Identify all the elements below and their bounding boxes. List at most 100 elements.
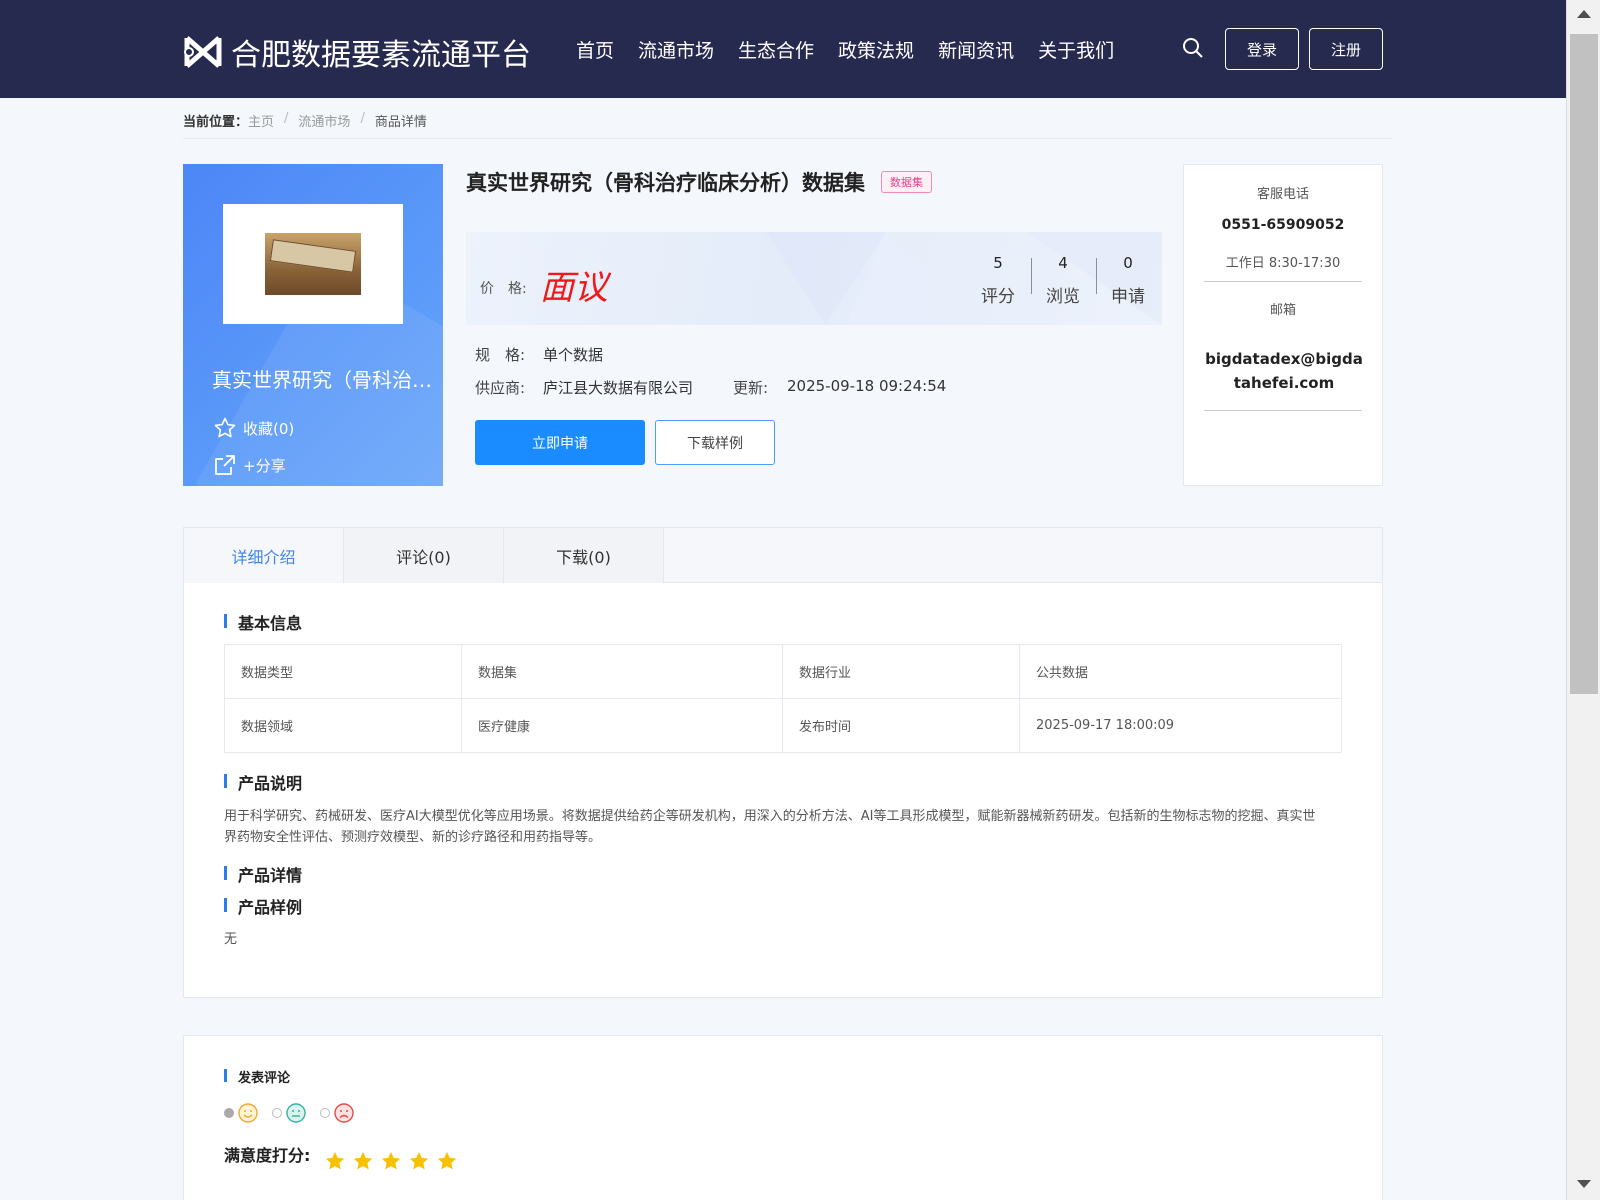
neutral-face-icon[interactable]	[286, 1103, 306, 1123]
breadcrumb-label: 当前位置：	[183, 115, 249, 130]
product-image-frame	[223, 204, 403, 324]
tab-comments[interactable]: 评论(0)	[344, 528, 504, 583]
sentiment-radio-positive[interactable]	[224, 1108, 234, 1118]
search-icon[interactable]	[1182, 37, 1204, 59]
product-image	[265, 233, 361, 295]
work-hours: 工作日 8:30-17:30	[1225, 256, 1341, 271]
rating-stars	[324, 1150, 464, 1172]
update-value: 2025-09-18 09:24:54	[787, 377, 947, 395]
product-description-title: 产品说明	[224, 770, 302, 794]
detail-tabs: 详细介绍 评论(0) 下载(0)	[184, 528, 1382, 583]
site-name: 合肥数据要素流通平台	[231, 38, 531, 73]
basic-info-table: 数据类型 数据集 数据行业 公共数据 数据领域 医疗健康 发布时间 2025-0…	[224, 644, 1342, 753]
phone-label: 客服电话	[1256, 187, 1309, 202]
share-icon	[215, 455, 235, 475]
stat-rating-label: 评分	[981, 287, 1015, 307]
table-cell: 数据集	[461, 644, 783, 699]
spec-row: 规 格: 单个数据	[475, 344, 603, 365]
comment-title: 发表评论	[224, 1067, 290, 1086]
download-sample-button[interactable]: 下载样例	[655, 420, 775, 465]
product-type-badge: 数据集	[881, 171, 932, 193]
spec-key: 规 格:	[475, 346, 526, 364]
table-cell: 数据领域	[224, 698, 462, 753]
price-label: 价 格:	[480, 281, 527, 297]
supplier-key: 供应商:	[475, 379, 526, 397]
rating-star-icon[interactable]	[436, 1150, 458, 1172]
star-outline-icon	[214, 417, 236, 438]
tab-downloads[interactable]: 下载(0)	[504, 528, 664, 583]
breadcrumb-home[interactable]: 主页	[248, 111, 274, 138]
login-button[interactable]: 登录	[1225, 28, 1299, 70]
email-label: 邮箱	[1269, 303, 1296, 318]
nav-about[interactable]: 关于我们	[1038, 36, 1114, 63]
table-row: 数据类型 数据集 数据行业 公共数据	[224, 644, 1342, 699]
rating-star-icon[interactable]	[380, 1150, 402, 1172]
register-button[interactable]: 注册	[1309, 28, 1383, 70]
price-value: 面议	[540, 268, 608, 308]
breadcrumb-market[interactable]: 流通市场	[298, 111, 350, 138]
spec-value: 单个数据	[543, 346, 604, 364]
table-cell: 医疗健康	[461, 698, 783, 753]
rating-star-icon[interactable]	[352, 1150, 374, 1172]
breadcrumb-current: 商品详情	[374, 115, 427, 130]
update-key: 更新:	[733, 379, 769, 397]
product-description: 用于科学研究、药械研发、医疗AI大模型优化等应用场景。将数据提供给药企等研发机构…	[224, 809, 1316, 845]
product-title-row: 真实世界研究（骨科治疗临床分析）数据集 数据集	[466, 167, 932, 197]
table-cell: 发布时间	[782, 698, 1020, 753]
main-nav: 首页 流通市场 生态合作 政策法规 新闻资讯 关于我们	[576, 36, 1138, 63]
page-scrollbar[interactable]	[1566, 0, 1600, 1200]
logo-icon	[184, 36, 222, 68]
breadcrumb-separator: /	[360, 111, 365, 126]
smile-face-icon[interactable]	[238, 1103, 258, 1123]
scroll-down-arrow-icon[interactable]	[1577, 1180, 1591, 1188]
breadcrumb: 当前位置： 主页 / 流通市场 / 商品详情	[183, 111, 1393, 139]
supplier-value: 庐江县大数据有限公司	[543, 379, 694, 397]
details-panel: 详细介绍 评论(0) 下载(0) 基本信息 数据类型 数据集 数据行业 公共数据…	[183, 527, 1383, 998]
rating-star-icon[interactable]	[408, 1150, 430, 1172]
tab-details[interactable]: 详细介绍	[184, 528, 344, 583]
share-label: +分享	[243, 456, 286, 475]
sentiment-options	[224, 1103, 368, 1123]
email-address[interactable]: bigdatadex@bigdatahefei.com	[1204, 347, 1364, 395]
nav-news[interactable]: 新闻资讯	[938, 36, 1014, 63]
sad-face-icon[interactable]	[334, 1103, 354, 1123]
table-cell: 数据行业	[782, 644, 1020, 699]
product-sample-text: 无	[224, 932, 238, 947]
stat-applications-label: 申请	[1111, 287, 1145, 307]
nav-home[interactable]: 首页	[576, 36, 614, 63]
top-header: 合肥数据要素流通平台 首页 流通市场 生态合作 政策法规 新闻资讯 关于我们 登…	[0, 0, 1566, 98]
share-button[interactable]: +分享	[213, 453, 286, 477]
nav-policy[interactable]: 政策法规	[838, 36, 914, 63]
comment-panel: 发表评论 满意度打分:	[183, 1035, 1383, 1200]
favorite-button[interactable]: 收藏(0)	[213, 416, 294, 440]
table-cell: 数据类型	[224, 644, 462, 699]
stat-views: 4 浏览	[1031, 254, 1095, 307]
stat-views-value: 4	[1058, 254, 1068, 272]
phone-number: 0551-65909052	[1221, 217, 1345, 233]
contact-panel: 客服电话 0551-65909052 工作日 8:30-17:30 邮箱 big…	[1183, 164, 1383, 486]
basic-info-title: 基本信息	[224, 610, 302, 634]
stat-applications-value: 0	[1123, 254, 1133, 272]
rating-label: 满意度打分:	[224, 1146, 311, 1165]
product-card: 真实世界研究（骨科治疗临床分析）数据集 收藏(0) +分享	[183, 164, 443, 486]
product-card-name: 真实世界研究（骨科治疗临床分析）数据集	[212, 368, 432, 392]
product-sample-title: 产品样例	[224, 894, 302, 918]
product-title: 真实世界研究（骨科治疗临床分析）数据集	[466, 171, 865, 195]
table-cell: 公共数据	[1019, 644, 1342, 699]
favorite-label: 收藏(0)	[243, 419, 295, 438]
stat-applications: 0 申请	[1096, 254, 1160, 307]
site-logo[interactable]: 合肥数据要素流通平台	[183, 30, 531, 74]
rating-star-icon[interactable]	[324, 1150, 346, 1172]
stat-views-label: 浏览	[1046, 287, 1080, 307]
scroll-thumb[interactable]	[1570, 34, 1598, 694]
nav-ecosystem[interactable]: 生态合作	[738, 36, 814, 63]
stat-rating: 5 评分	[966, 254, 1030, 307]
breadcrumb-separator: /	[284, 111, 289, 126]
price-panel: 价 格: 面议 5 评分 4 浏览 0 申请	[466, 232, 1162, 325]
apply-now-button[interactable]: 立即申请	[475, 420, 645, 465]
scroll-up-arrow-icon[interactable]	[1577, 10, 1591, 18]
sentiment-radio-negative[interactable]	[320, 1108, 330, 1118]
nav-market[interactable]: 流通市场	[638, 36, 714, 63]
product-detail-title: 产品详情	[224, 862, 302, 886]
sentiment-radio-neutral[interactable]	[272, 1108, 282, 1118]
